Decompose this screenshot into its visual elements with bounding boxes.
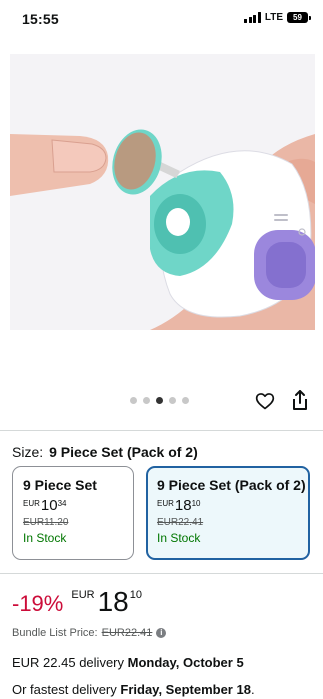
price-whole: 18 — [97, 586, 129, 617]
carousel-dot[interactable] — [143, 397, 150, 404]
option-price-fraction: 34 — [57, 499, 67, 508]
battery-icon: 59 — [287, 12, 311, 23]
status-bar: 15:55 LTE 59 — [0, 0, 323, 40]
option-price-currency: EUR — [157, 499, 174, 508]
bundle-list-price-value: EUR22.41 — [101, 627, 153, 639]
size-label: Size: — [12, 444, 44, 460]
delivery-cost: EUR 22.45 delivery — [12, 655, 124, 670]
network-type: LTE — [264, 12, 283, 23]
section-divider — [0, 430, 323, 431]
carousel-dot-active[interactable] — [156, 397, 163, 404]
option-stock-status: In Stock — [157, 531, 201, 545]
size-option-9-piece-set[interactable]: 9 Piece Set EUR 10 34 EUR11.20 In Stock — [12, 466, 134, 560]
bundle-list-price: Bundle List Price: EUR22.41 i — [12, 627, 167, 639]
share-icon[interactable] — [291, 389, 309, 411]
bundle-list-price-label: Bundle List Price: — [12, 627, 98, 639]
price-currency: EUR — [71, 589, 95, 601]
option-list-price: EUR22.41 — [157, 517, 204, 528]
product-photo — [10, 54, 315, 330]
section-divider — [0, 573, 323, 574]
info-icon[interactable]: i — [156, 628, 167, 638]
status-time: 15:55 — [22, 11, 59, 27]
option-title: 9 Piece Set — [23, 477, 97, 493]
delivery-date[interactable]: Monday, October 5 — [128, 655, 244, 670]
product-image[interactable] — [10, 54, 315, 330]
option-price: EUR 18 10 — [157, 498, 308, 513]
carousel-dots[interactable] — [130, 397, 189, 404]
status-indicators: LTE 59 — [244, 12, 311, 23]
option-price-whole: 18 — [174, 497, 192, 514]
fastest-delivery-label: Or fastest delivery — [12, 682, 117, 697]
option-list-price: EUR11.20 — [23, 517, 69, 528]
size-option-9-piece-set-pack-of-2[interactable]: 9 Piece Set (Pack of 2) EUR 18 10 EUR22.… — [146, 466, 310, 560]
signal-icon — [244, 12, 261, 23]
size-selector-label: Size: 9 Piece Set (Pack of 2) — [12, 444, 198, 460]
price-fraction: 10 — [129, 589, 142, 601]
option-title: 9 Piece Set (Pack of 2) — [157, 477, 306, 493]
wishlist-heart-icon[interactable] — [255, 391, 275, 411]
size-selected-value: 9 Piece Set (Pack of 2) — [49, 444, 198, 460]
carousel-dot[interactable] — [130, 397, 137, 404]
option-price: EUR 10 34 — [23, 498, 133, 513]
option-price-whole: 10 — [40, 497, 58, 514]
fastest-delivery-suffix: . — [250, 682, 255, 697]
battery-level: 59 — [287, 12, 308, 23]
carousel-dot[interactable] — [182, 397, 189, 404]
delivery-info: EUR 22.45 delivery Monday, October 5 — [12, 655, 244, 670]
fastest-delivery-info: Or fastest delivery Friday, September 18… — [12, 682, 255, 697]
option-stock-status: In Stock — [23, 531, 67, 545]
carousel-dot[interactable] — [169, 397, 176, 404]
discount-percentage: -19% — [12, 591, 64, 616]
option-price-currency: EUR — [23, 499, 40, 508]
option-price-fraction: 10 — [191, 499, 201, 508]
main-price: -19% EUR 18 10 — [12, 588, 142, 616]
fastest-delivery-date[interactable]: Friday, September 18 — [120, 682, 251, 697]
